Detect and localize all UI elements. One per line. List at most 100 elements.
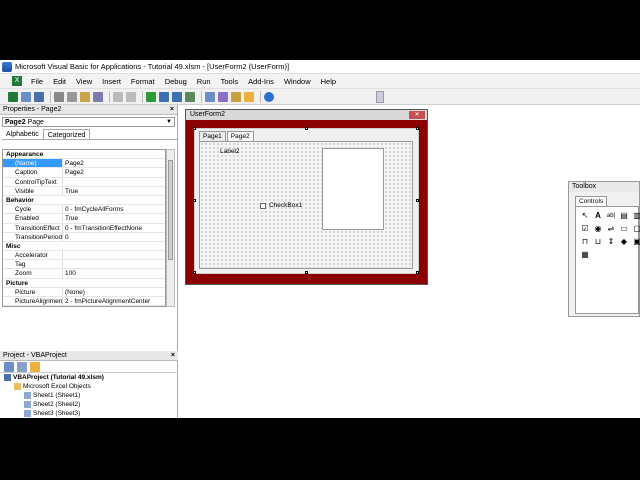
textbox-tool-icon[interactable]: ab| <box>606 211 616 221</box>
commandbutton-tool-icon[interactable]: ▢ <box>632 224 640 234</box>
tab-page1[interactable]: Page1 <box>199 131 226 141</box>
paste-icon[interactable] <box>80 91 90 102</box>
close-icon[interactable]: × <box>171 351 175 361</box>
property-category[interactable]: Picture <box>3 279 165 288</box>
tab-alphabetic[interactable]: Alphabetic <box>2 129 43 139</box>
tree-item[interactable]: Sheet1 (Sheet1) <box>4 391 178 400</box>
property-value[interactable]: 0 - fmTransitionEffectNone <box>63 224 165 232</box>
design-mode-icon[interactable] <box>185 91 195 102</box>
property-category[interactable]: Misc <box>3 242 165 252</box>
undo-icon[interactable] <box>113 91 123 102</box>
property-value[interactable]: 0 - fmCycleAllForms <box>63 205 165 213</box>
userform-body[interactable]: Page1 Page2 Label2 CheckBox1 <box>193 127 419 274</box>
image-control[interactable] <box>322 148 384 230</box>
combobox-tool-icon[interactable]: ▤ <box>619 211 629 221</box>
close-icon[interactable]: ✕ <box>409 111 425 119</box>
toolbox-window[interactable]: Toolbox Controls ↖ A ab| ▤ ▥ ☑ ◉ ⇌ ▭ ▢ ⊓… <box>568 181 640 317</box>
property-row[interactable]: Accelerator <box>3 251 165 261</box>
run-icon[interactable] <box>146 91 156 102</box>
property-value[interactable]: True <box>63 187 165 195</box>
toggle-folders-icon[interactable] <box>30 361 40 372</box>
reset-icon[interactable] <box>172 91 182 102</box>
property-value[interactable]: Page2 <box>63 159 165 167</box>
property-row[interactable]: Tag <box>3 260 165 270</box>
cut-icon[interactable] <box>54 91 64 102</box>
property-row[interactable]: (Name) Page2 <box>3 159 165 169</box>
excel-icon[interactable]: X <box>12 76 22 86</box>
property-value[interactable]: True <box>63 214 165 222</box>
resize-handle[interactable] <box>305 271 308 274</box>
view-code-icon[interactable] <box>4 361 14 372</box>
object-browser-icon[interactable] <box>231 91 241 102</box>
tab-page2[interactable]: Page2 <box>226 131 254 141</box>
property-row[interactable]: PictureAlignment 2 - fmPictureAlignmentCe… <box>3 297 165 306</box>
optionbutton-tool-icon[interactable]: ◉ <box>593 224 603 234</box>
property-row[interactable]: TransitionPeriod 0 <box>3 232 165 242</box>
resize-handle[interactable] <box>416 199 419 202</box>
property-row[interactable]: Cycle 0 - fmCycleAllForms <box>3 205 165 215</box>
property-value[interactable]: Page2 <box>63 168 165 176</box>
property-value[interactable] <box>63 178 165 186</box>
toolbox-icon[interactable] <box>244 91 254 102</box>
property-category[interactable]: Behavior <box>3 196 165 206</box>
userform-window[interactable]: UserForm2 ✕ Page1 Page2 Label2 CheckBox1 <box>185 109 428 285</box>
select-objects-icon[interactable]: ↖ <box>580 211 590 221</box>
checkbox-tool-icon[interactable]: ☑ <box>580 224 590 234</box>
resize-handle[interactable] <box>193 127 196 130</box>
menu-file[interactable]: File <box>26 77 48 86</box>
property-row[interactable]: Visible True <box>3 186 165 196</box>
menu-edit[interactable]: Edit <box>48 77 71 86</box>
spinbutton-tool-icon[interactable]: ◆ <box>619 237 629 247</box>
property-value[interactable] <box>63 260 165 268</box>
project-explorer-icon[interactable] <box>205 91 215 102</box>
object-selector[interactable]: Page2 Page ▼ <box>2 117 175 127</box>
tree-item[interactable]: VBAProject (Tutorial 49.xlsm) <box>4 373 178 382</box>
togglebutton-tool-icon[interactable]: ⇌ <box>606 224 616 234</box>
property-value[interactable]: (None) <box>63 288 165 296</box>
menu-format[interactable]: Format <box>126 77 160 86</box>
tree-item[interactable]: Microsoft Excel Objects <box>4 382 178 391</box>
property-value[interactable] <box>63 251 165 259</box>
listbox-tool-icon[interactable]: ▥ <box>632 211 640 221</box>
menu-run[interactable]: Run <box>192 77 216 86</box>
resize-handle[interactable] <box>193 271 196 274</box>
menu-addins[interactable]: Add-Ins <box>243 77 279 86</box>
insert-userform-icon[interactable] <box>21 91 31 102</box>
find-icon[interactable] <box>93 91 103 102</box>
tab-categorized[interactable]: Categorized <box>42 129 91 139</box>
multipage-control[interactable]: Page1 Page2 Label2 CheckBox1 <box>199 131 413 269</box>
toolbar-scroll-handle[interactable] <box>376 91 384 103</box>
multipage-tool-icon[interactable]: ⊔ <box>593 237 603 247</box>
refedit-tool-icon[interactable]: ▦ <box>580 250 590 260</box>
checkbox-box[interactable] <box>260 202 266 209</box>
resize-handle[interactable] <box>416 271 419 274</box>
image-tool-icon[interactable]: ▣ <box>632 237 640 247</box>
break-icon[interactable] <box>159 91 169 102</box>
resize-handle[interactable] <box>193 199 196 202</box>
checkbox-control[interactable]: CheckBox1 <box>260 202 302 209</box>
menu-help[interactable]: Help <box>316 77 341 86</box>
copy-icon[interactable] <box>67 91 77 102</box>
property-row[interactable]: Zoom 100 <box>3 269 165 279</box>
property-row[interactable]: TransitionEffect 0 - fmTransitionEffectNo… <box>3 223 165 233</box>
close-icon[interactable]: × <box>170 105 174 115</box>
property-row[interactable]: Caption Page2 <box>3 168 165 178</box>
menu-insert[interactable]: Insert <box>97 77 126 86</box>
property-value[interactable]: 0 <box>63 233 165 241</box>
property-row[interactable]: Enabled True <box>3 214 165 224</box>
label-control[interactable]: Label2 <box>220 148 240 155</box>
resize-handle[interactable] <box>416 127 419 130</box>
property-row[interactable]: ControlTipText <box>3 177 165 187</box>
tree-item[interactable]: Sheet2 (Sheet2) <box>4 400 178 409</box>
multipage-page[interactable]: Label2 CheckBox1 <box>199 141 413 269</box>
property-value[interactable]: 100 <box>63 269 165 277</box>
label-tool-icon[interactable]: A <box>593 211 603 221</box>
redo-icon[interactable] <box>126 91 136 102</box>
scroll-thumb[interactable] <box>168 160 173 260</box>
property-category[interactable]: Appearance <box>3 150 165 160</box>
property-value[interactable]: 2 - fmPictureAlignmentCenter <box>63 297 165 305</box>
save-icon[interactable] <box>34 91 44 102</box>
menu-tools[interactable]: Tools <box>216 77 244 86</box>
tree-item[interactable]: Sheet3 (Sheet3) <box>4 409 178 418</box>
view-excel-icon[interactable] <box>8 91 18 102</box>
